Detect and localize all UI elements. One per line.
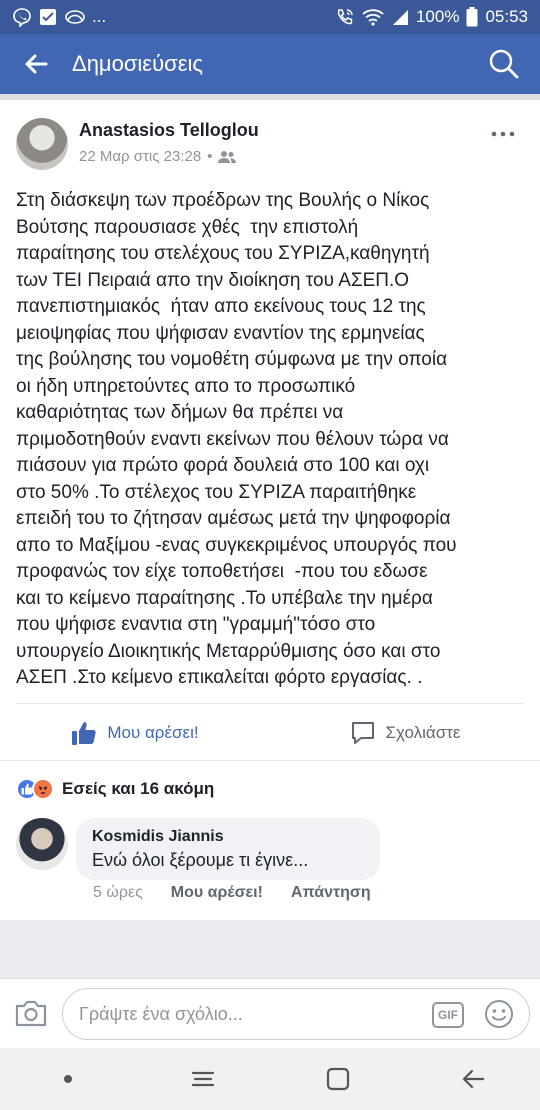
comment-reply-link[interactable]: Απάντηση [291,884,371,902]
commenter-avatar[interactable] [16,818,68,870]
meta-separator: • [207,148,213,165]
more-options-button[interactable] [490,118,516,144]
gif-button[interactable]: GIF [432,1002,464,1028]
post-actions: Μου αρέσει! Σχολιάστε [0,708,540,758]
signal-icon [391,8,409,26]
thumbs-up-icon [72,722,97,745]
recents-icon [191,1071,214,1087]
status-ellipsis: ... [92,7,107,26]
back-arrow-icon [25,54,48,74]
search-icon [489,49,519,79]
home-icon [326,1067,349,1091]
commenter-name[interactable]: Kosmidis Jiannis [92,828,364,846]
viber-icon [12,7,32,27]
back-button[interactable] [0,34,72,94]
friends-icon [218,150,237,163]
nav-dot-button[interactable] [38,1054,98,1104]
more-dots-icon [491,131,515,137]
wifi-icon [362,8,384,26]
post-body: Στη διάσκεψη των προέδρων της Βουλής ο Ν… [16,190,457,688]
comment-text: Ενώ όλοι ξέρουμε τι έγινε... [92,850,309,870]
system-nav-bar [0,1048,540,1110]
reaction-icons [16,778,54,800]
comment-button[interactable]: Σχολιάστε [270,708,540,758]
comment-composer: GIF [0,978,540,1048]
post-card: Anastasios Telloglou 22 Μαρ στις 23:28 •… [0,100,540,920]
post-header: Anastasios Telloglou 22 Μαρ στις 23:28 • [16,116,524,176]
status-bar: ... 100% 05:53 [0,0,540,34]
post-meta: 22 Μαρ στις 23:28 • [79,148,237,165]
call-icon [335,7,355,27]
emoji-button[interactable] [484,999,514,1029]
reactions-count: Εσείς και 16 ακόμη [62,779,215,798]
comment-label: Σχολιάστε [385,723,461,742]
post-timestamp[interactable]: 22 Μαρ στις 23:28 [79,148,201,165]
feed-background [0,920,540,978]
recent-apps-button[interactable] [173,1054,233,1104]
reactions-divider [0,760,540,761]
comment-meta: 5 ώρες Μου αρέσει! Απάντηση [93,884,371,902]
home-button[interactable] [308,1054,368,1104]
app-bar: Δημοσιεύσεις [0,34,540,94]
action-divider [16,703,524,704]
battery-icon [466,7,478,27]
back-icon [462,1069,484,1089]
status-time: 05:53 [485,7,528,26]
reactions-summary[interactable]: Εσείς και 16 ακόμη [16,776,214,802]
comment-bubble-icon [351,722,374,744]
page-title: Δημοσιεύσεις [72,51,204,76]
comment-age: 5 ώρες [93,884,143,901]
search-button[interactable] [468,34,540,94]
sync-icon [64,7,86,27]
comment-like-link[interactable]: Μου αρέσει! [171,884,263,902]
camera-button[interactable] [14,998,48,1028]
angry-reaction-icon [32,778,54,800]
message-icon [38,7,58,27]
battery-percent: 100% [415,7,460,26]
emoji-icon [485,1000,513,1028]
post-author[interactable]: Anastasios Telloglou [79,120,259,141]
like-label: Μου αρέσει! [107,723,199,742]
dot-icon [63,1075,72,1083]
camera-icon [15,1000,47,1027]
like-button[interactable]: Μου αρέσει! [0,708,270,758]
system-back-button[interactable] [443,1054,503,1104]
comment-item: Kosmidis Jiannis Ενώ όλοι ξέρουμε τι έγι… [16,818,526,908]
comment-bubble[interactable]: Kosmidis Jiannis Ενώ όλοι ξέρουμε τι έγι… [76,818,380,880]
author-avatar[interactable] [16,118,68,170]
